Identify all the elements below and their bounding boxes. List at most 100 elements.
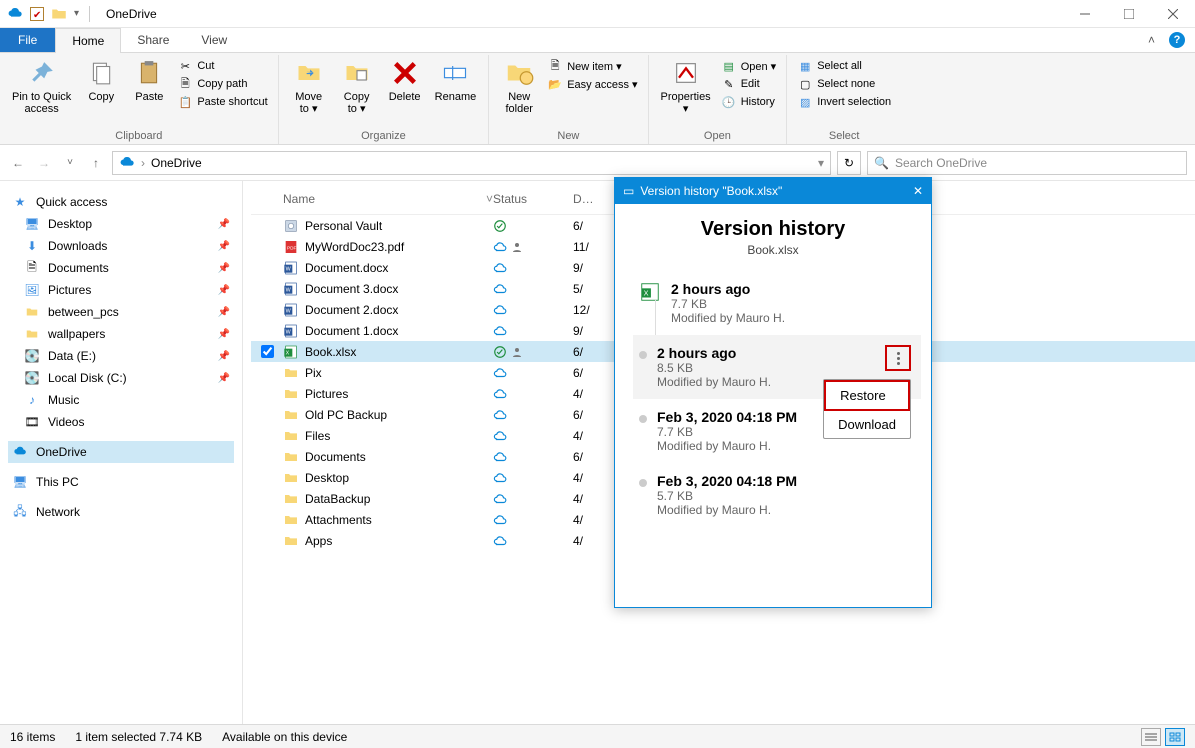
paste-button[interactable]: Paste [125, 55, 173, 103]
view-details-button[interactable] [1141, 728, 1161, 746]
pin-icon: 📌 [218, 219, 230, 230]
version-modified-by: Modified by Mauro H. [657, 503, 797, 517]
version-more-button[interactable] [885, 345, 911, 371]
sidebar-desktop[interactable]: 🖥Desktop📌 [8, 213, 234, 235]
help-icon[interactable]: ? [1169, 32, 1185, 48]
download-menu-item[interactable]: Download [824, 411, 910, 438]
qat-overflow-icon[interactable]: ▾ [74, 8, 79, 19]
refresh-button[interactable]: ↻ [837, 151, 861, 175]
qat-folder-icon[interactable] [50, 5, 68, 23]
tab-home[interactable]: Home [55, 28, 121, 53]
sidebar-data-e[interactable]: 💽Data (E:)📌 [8, 345, 234, 367]
open-button[interactable]: ▤Open ▾ [717, 57, 781, 75]
drive-icon: 💽 [24, 348, 40, 364]
cut-button[interactable]: ✂Cut [173, 57, 271, 75]
sidebar-quick-access[interactable]: ★Quick access [8, 191, 234, 213]
rename-button[interactable]: Rename [429, 55, 483, 103]
copy-button[interactable]: Copy [77, 55, 125, 103]
nav-up-button[interactable]: ↑ [86, 153, 106, 173]
file-name: Pix [305, 366, 322, 380]
sidebar-wallpapers[interactable]: wallpapers📌 [8, 323, 234, 345]
nav-forward-button[interactable]: → [34, 153, 54, 173]
new-folder-button[interactable]: New folder [495, 55, 543, 115]
history-button[interactable]: 🕒History [717, 93, 781, 111]
sidebar-local-c[interactable]: 💽Local Disk (C:)📌 [8, 367, 234, 389]
tab-view[interactable]: View [185, 28, 243, 52]
sidebar-between-pcs[interactable]: between_pcs📌 [8, 301, 234, 323]
paste-shortcut-button[interactable]: 📋Paste shortcut [173, 93, 271, 111]
file-type-icon: W [283, 302, 299, 318]
file-name: MyWordDoc23.pdf [305, 240, 404, 254]
invert-selection-button[interactable]: ▨Invert selection [793, 93, 895, 111]
nav-back-button[interactable]: ← [8, 153, 28, 173]
file-type-icon [283, 449, 299, 465]
maximize-button[interactable] [1107, 0, 1151, 28]
paste-shortcut-icon: 📋 [177, 94, 193, 110]
file-status [493, 534, 573, 548]
breadcrumb[interactable]: › OneDrive ▾ [112, 151, 831, 175]
sidebar-videos[interactable]: 🎞Videos [8, 411, 234, 433]
onedrive-icon [12, 444, 28, 460]
sort-indicator-icon[interactable]: ˅ [486, 192, 493, 206]
file-name: Document 1.docx [305, 324, 398, 338]
sidebar-downloads[interactable]: ⬇Downloads📌 [8, 235, 234, 257]
sidebar-music[interactable]: ♪Music [8, 389, 234, 411]
view-large-icons-button[interactable] [1165, 728, 1185, 746]
col-status-header[interactable]: Status [493, 192, 573, 206]
delete-button[interactable]: Delete [381, 55, 429, 103]
sidebar-documents[interactable]: 🗎Documents📌 [8, 257, 234, 279]
properties-button[interactable]: Properties ▾ [655, 55, 717, 115]
version-size: 5.7 KB [657, 489, 797, 503]
dialog-close-button[interactable]: ✕ [913, 184, 923, 198]
breadcrumb-root[interactable]: OneDrive [151, 156, 202, 170]
col-name-header[interactable]: Name [283, 192, 315, 206]
new-item-button[interactable]: 🗎New item ▾ [543, 57, 641, 75]
version-size: 8.5 KB [657, 361, 771, 375]
sidebar-onedrive[interactable]: OneDrive [8, 441, 234, 463]
search-input[interactable]: 🔍 Search OneDrive [867, 151, 1187, 175]
invert-selection-icon: ▨ [797, 94, 813, 110]
drive-icon: 💽 [24, 370, 40, 386]
sidebar-pictures[interactable]: 🖼Pictures📌 [8, 279, 234, 301]
tab-share[interactable]: Share [121, 28, 185, 52]
copy-to-button[interactable]: Copy to ▾ [333, 55, 381, 115]
documents-icon: 🗎 [24, 260, 40, 276]
svg-text:PDF: PDF [287, 245, 296, 250]
file-name: Files [305, 429, 330, 443]
onedrive-icon [6, 5, 24, 23]
sidebar-network[interactable]: 🖧Network [8, 501, 234, 523]
folder-icon [24, 326, 40, 342]
nav-recent-button[interactable]: ˅ [60, 153, 80, 173]
version-item[interactable]: Feb 3, 2020 04:18 PM 5.7 KB Modified by … [633, 463, 921, 527]
pin-icon: 📌 [218, 373, 230, 384]
status-selection: 1 item selected 7.74 KB [75, 730, 202, 744]
file-name: Document.docx [305, 261, 388, 275]
restore-menu-item[interactable]: Restore [824, 380, 910, 411]
version-item[interactable]: 2 hours ago 8.5 KB Modified by Mauro H. … [633, 335, 921, 399]
version-modified-by: Modified by Mauro H. [671, 311, 785, 325]
close-button[interactable] [1151, 0, 1195, 28]
select-none-button[interactable]: ▢Select none [793, 75, 895, 93]
ribbon-collapse-icon[interactable]: ˄ [1148, 33, 1155, 47]
file-type-icon [283, 407, 299, 423]
qat-item-icon[interactable]: ✔ [30, 7, 44, 21]
easy-access-button[interactable]: 📂Easy access ▾ [543, 75, 641, 93]
dialog-title: Version history "Book.xlsx" [640, 184, 782, 198]
move-to-button[interactable]: Move to ▾ [285, 55, 333, 115]
breadcrumb-dropdown-icon[interactable]: ▾ [818, 156, 824, 170]
select-all-button[interactable]: ▦Select all [793, 57, 895, 75]
file-status [493, 324, 573, 338]
tab-file[interactable]: File [0, 28, 55, 52]
version-size: 7.7 KB [657, 425, 797, 439]
copy-path-button[interactable]: 🗎Copy path [173, 75, 271, 93]
file-checkbox[interactable] [261, 345, 274, 358]
sidebar-this-pc[interactable]: 🖥This PC [8, 471, 234, 493]
ribbon-group-organize-label: Organize [361, 130, 406, 144]
pin-to-quick-access-button[interactable]: Pin to Quick access [6, 55, 77, 115]
minimize-button[interactable] [1063, 0, 1107, 28]
new-item-icon: 🗎 [547, 58, 563, 74]
version-item[interactable]: X 2 hours ago 7.7 KB Modified by Mauro H… [633, 271, 921, 335]
edit-button[interactable]: ✎Edit [717, 75, 781, 93]
version-time: Feb 3, 2020 04:18 PM [657, 473, 797, 489]
ribbon-group-select-label: Select [829, 130, 860, 144]
